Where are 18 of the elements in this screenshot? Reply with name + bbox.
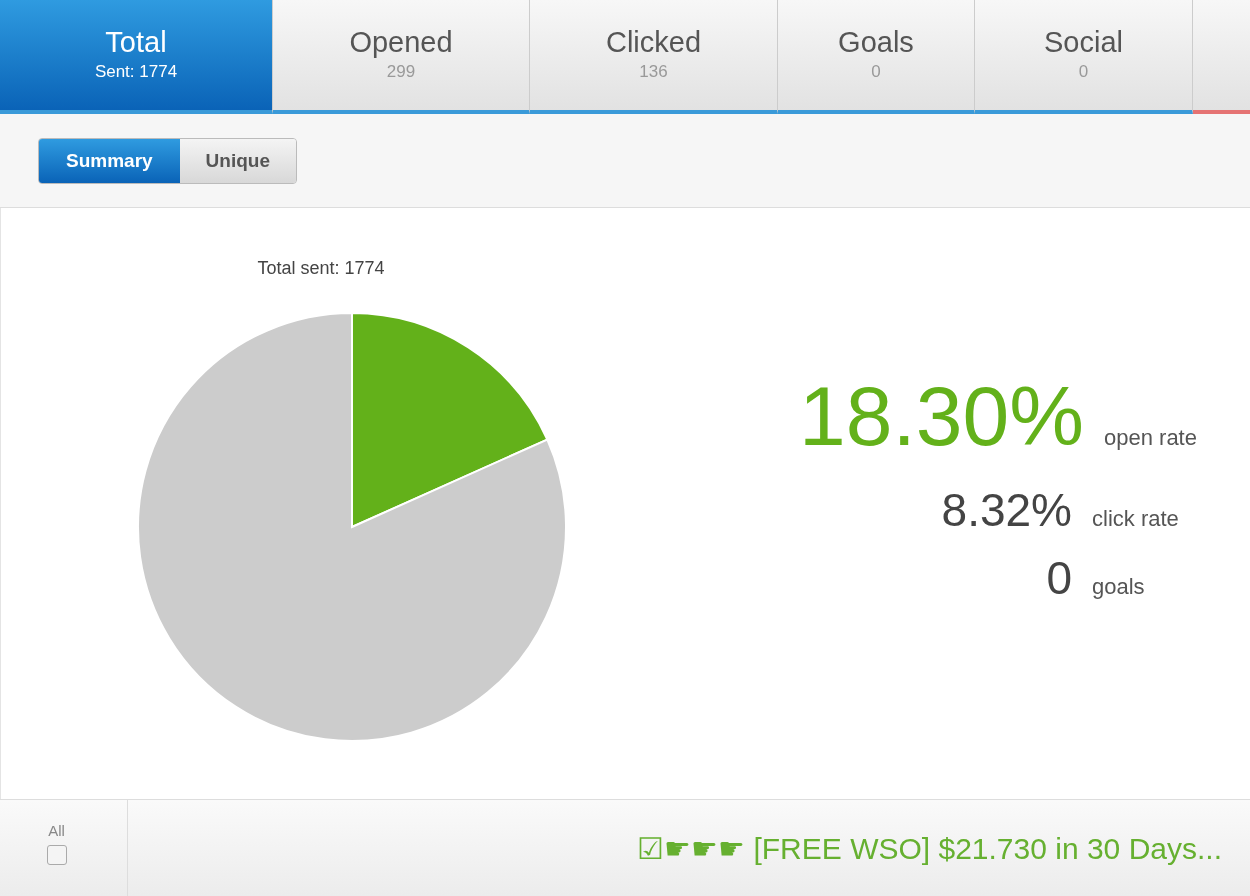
stat-tab[interactable]: Social 0 <box>975 0 1193 114</box>
email-subject: ☑☛☛☛ [FREE WSO] $21.730 in 30 Days... <box>637 830 1222 866</box>
select-all-checkbox[interactable] <box>46 845 67 865</box>
stat-tab[interactable]: Opened 299 <box>273 0 530 114</box>
stat-tab[interactable]: Total Sent: 1774 <box>0 0 273 114</box>
view-toggle-button[interactable]: Unique <box>179 138 296 183</box>
stat-tab[interactable] <box>1193 0 1250 114</box>
stat-label: goals <box>1092 574 1146 600</box>
stat-label: click rate <box>1092 506 1180 532</box>
stat-tab[interactable]: Clicked 136 <box>530 0 778 114</box>
stat-value: 0 <box>1046 551 1072 605</box>
view-toggle-button[interactable]: Summary <box>39 138 180 183</box>
stat-label: open rate <box>1104 425 1198 451</box>
select-all-label: All <box>48 822 65 839</box>
chart-title: Total sent: 1774 <box>257 258 385 278</box>
stat-value: 8.32% <box>941 483 1072 537</box>
stat-value: 18.30% <box>799 368 1084 465</box>
stat-tab[interactable]: Goals 0 <box>778 0 975 114</box>
